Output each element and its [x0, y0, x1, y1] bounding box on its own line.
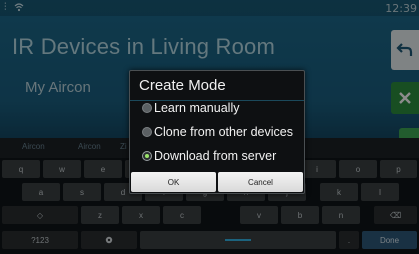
option-label: Clone from other devices — [154, 125, 293, 139]
radio-unchecked-icon — [142, 127, 152, 137]
cancel-button[interactable]: Cancel — [218, 172, 303, 192]
option-label: Learn manually — [154, 101, 240, 115]
option-learn-manually[interactable]: Learn manually — [142, 99, 239, 117]
radio-unchecked-icon — [142, 103, 152, 113]
app-screen: ⫶ 12:39 IR Devices in Living Room My Air… — [0, 0, 419, 254]
create-mode-dialog: Create Mode Learn manually Clone from ot… — [129, 70, 305, 194]
option-clone-devices[interactable]: Clone from other devices — [142, 123, 293, 141]
radio-checked-icon — [142, 151, 152, 161]
option-label: Download from server — [154, 149, 277, 163]
ok-button[interactable]: OK — [131, 172, 216, 192]
dialog-title: Create Mode — [139, 77, 226, 94]
dialog-button-row: OK Cancel — [131, 172, 303, 192]
option-download-server[interactable]: Download from server — [142, 147, 276, 165]
